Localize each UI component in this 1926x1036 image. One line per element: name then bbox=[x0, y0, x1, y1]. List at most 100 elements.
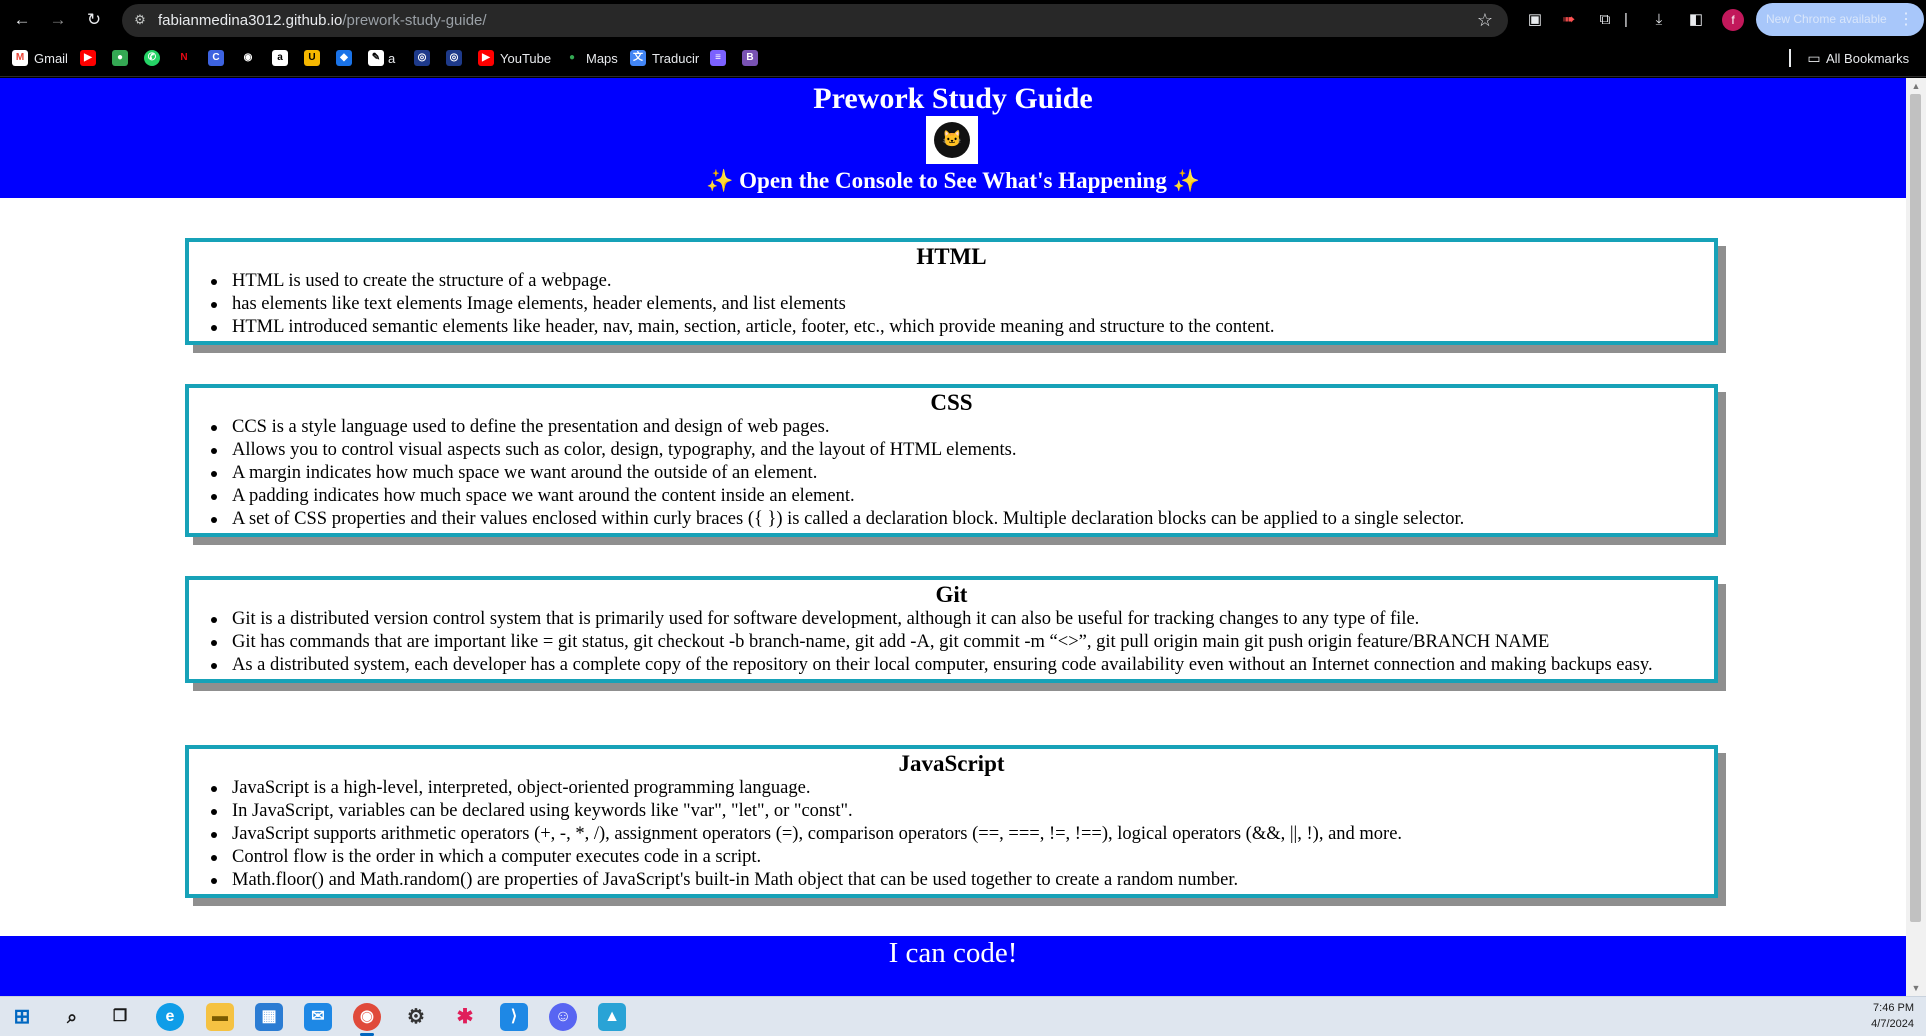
browser-toolbar: ← → ↻ ⚙ fabianmedina3012.github.io/prewo… bbox=[0, 0, 1926, 40]
list-item: Git has commands that are important like… bbox=[211, 631, 1654, 654]
extensions-puzzle-icon[interactable]: ⧉ bbox=[1594, 9, 1616, 31]
amazon-icon: a bbox=[272, 50, 288, 66]
bookmark-label: a bbox=[388, 50, 396, 66]
site-footer: I can code! bbox=[0, 936, 1906, 996]
section-list: CCS is a style language used to define t… bbox=[211, 416, 1654, 531]
subtitle-text: Open the Console to See What's Happening bbox=[739, 168, 1167, 193]
footer-text: I can code! bbox=[888, 937, 1018, 969]
list-item: HTML is used to create the structure of … bbox=[211, 270, 1654, 293]
chrome-update-button[interactable]: New Chrome available ⋮ bbox=[1756, 3, 1924, 36]
bookmark-stack[interactable]: ≡ bbox=[710, 48, 726, 68]
vscode-icon[interactable]: ⟩ bbox=[500, 1003, 528, 1031]
reload-icon[interactable]: ↻ bbox=[82, 8, 106, 32]
bookmark-stack-icon: ≡ bbox=[710, 50, 726, 66]
kebab-menu-icon[interactable]: ⋮ bbox=[1898, 3, 1914, 36]
page-subtitle: ✨ Open the Console to See What's Happeni… bbox=[0, 166, 1906, 196]
logo-frame: 🐱 bbox=[926, 116, 978, 164]
scroll-down-arrow-icon[interactable]: ▼ bbox=[1910, 982, 1922, 994]
all-bookmarks-button[interactable]: ▭ All Bookmarks bbox=[1806, 48, 1909, 68]
address-bar[interactable]: ⚙ fabianmedina3012.github.io/prework-stu… bbox=[122, 4, 1508, 37]
bookmark-u[interactable]: U bbox=[304, 48, 320, 68]
bookmarks-divider bbox=[1789, 49, 1791, 67]
list-item: A padding indicates how much space we wa… bbox=[211, 485, 1654, 508]
edge-icon[interactable]: e bbox=[156, 1003, 184, 1031]
extension-arrow-icon[interactable]: ➠ bbox=[1558, 9, 1580, 31]
profile-avatar[interactable]: f bbox=[1722, 9, 1744, 31]
mail-icon[interactable]: ✉ bbox=[304, 1003, 332, 1031]
bookmark-whatsapp[interactable]: ✆ bbox=[144, 48, 160, 68]
section-heading: Git bbox=[935, 582, 968, 607]
folder-icon: ▭ bbox=[1807, 50, 1821, 66]
bookmark-bootstrap[interactable]: B bbox=[742, 48, 758, 68]
bookmark-label: Maps bbox=[586, 50, 618, 66]
netflix-icon: N bbox=[176, 50, 192, 66]
clock-date: 4/7/2024 bbox=[1871, 1018, 1914, 1030]
bookmark-traducir[interactable]: 文 Traducir bbox=[630, 48, 699, 68]
section-heading: JavaScript bbox=[898, 751, 1005, 776]
bookmark-youtube-short[interactable]: ▶ bbox=[80, 48, 96, 68]
site-header: Prework Study Guide 🐱 ✨ Open the Console… bbox=[0, 78, 1906, 198]
list-item: A set of CSS properties and their values… bbox=[211, 508, 1654, 531]
bookmark-a-icon: ✎ bbox=[368, 50, 384, 66]
windows-taskbar: ⊞ ⌕ ❐ e ▬ ▦ ✉ ◉ ⚙ ✱ ⟩ ☺ ▲ 7:46 PM 4/7/20… bbox=[0, 996, 1926, 1036]
side-panel-icon[interactable]: ◧ bbox=[1685, 9, 1707, 31]
git-section: Git Git is a distributed version control… bbox=[185, 576, 1718, 683]
bookmark-a[interactable]: ✎ a bbox=[368, 48, 395, 68]
scroll-up-arrow-icon[interactable]: ▲ bbox=[1910, 80, 1922, 92]
settings-gear-icon[interactable]: ⚙ bbox=[402, 1003, 430, 1031]
file-explorer-icon[interactable]: ▬ bbox=[206, 1003, 234, 1031]
windows-start-icon[interactable]: ⊞ bbox=[8, 1003, 36, 1031]
maps-pin-icon: ● bbox=[112, 50, 128, 66]
page-scrollbar[interactable]: ▲ ▼ bbox=[1906, 78, 1926, 996]
bookmark-youtube[interactable]: ▶ YouTube bbox=[478, 48, 551, 68]
system-clock[interactable]: 7:46 PM 4/7/2024 bbox=[1871, 1000, 1914, 1032]
bookmark-netflix[interactable]: N bbox=[176, 48, 192, 68]
maps-pin-icon: ● bbox=[564, 50, 580, 66]
download-icon[interactable]: ⤓ bbox=[1648, 9, 1670, 31]
url-host: fabianmedina3012.github.io bbox=[158, 12, 343, 29]
url-path: /prework-study-guide/ bbox=[342, 12, 487, 29]
back-arrow-icon[interactable]: ← bbox=[10, 8, 34, 32]
all-bookmarks-label: All Bookmarks bbox=[1826, 50, 1910, 66]
bookmark-canva[interactable]: C bbox=[208, 48, 224, 68]
page-viewport: Prework Study Guide 🐱 ✨ Open the Console… bbox=[0, 78, 1906, 996]
bookmark-maps-short[interactable]: ● bbox=[112, 48, 128, 68]
bookmark-label: Gmail bbox=[34, 50, 68, 66]
html-section: HTML HTML is used to create the structur… bbox=[185, 238, 1718, 345]
slack-icon[interactable]: ✱ bbox=[451, 1003, 479, 1031]
photos-icon[interactable]: ▲ bbox=[598, 1003, 626, 1031]
bookmark-globe[interactable]: ◎ bbox=[414, 48, 430, 68]
youtube-icon: ▶ bbox=[478, 50, 494, 66]
bookmark-globe-icon: ◎ bbox=[414, 50, 430, 66]
task-view-icon[interactable]: ❐ bbox=[106, 1003, 134, 1031]
bookmark-label: YouTube bbox=[500, 50, 552, 66]
list-item: Math.floor() and Math.random() are prope… bbox=[211, 869, 1654, 892]
bookmark-maps[interactable]: ● Maps bbox=[564, 48, 618, 68]
forward-arrow-icon[interactable]: → bbox=[46, 8, 70, 32]
list-item: CCS is a style language used to define t… bbox=[211, 416, 1654, 439]
store-icon[interactable]: ▦ bbox=[255, 1003, 283, 1031]
screen-cast-icon[interactable]: ▣ bbox=[1524, 9, 1546, 31]
github-icon: ◉ bbox=[240, 50, 256, 66]
bookmark-star-icon[interactable]: ☆ bbox=[1474, 9, 1496, 31]
section-heading: CSS bbox=[930, 390, 973, 415]
bookmark-blue[interactable]: ◆ bbox=[336, 48, 352, 68]
url-text[interactable]: fabianmedina3012.github.io/prework-study… bbox=[158, 11, 487, 30]
search-icon[interactable]: ⌕ bbox=[58, 1003, 86, 1031]
chrome-icon[interactable]: ◉ bbox=[353, 1003, 381, 1031]
whatsapp-icon: ✆ bbox=[144, 50, 160, 66]
bookmarks-bar: M Gmail ▶ ● ✆ N C ◉ a U ◆ ✎ a ◎ ◎ ▶ YouT… bbox=[0, 40, 1926, 77]
site-info-icon[interactable]: ⚙ bbox=[130, 10, 150, 30]
bookmark-globe-2[interactable]: ◎ bbox=[446, 48, 462, 68]
list-item: Control flow is the order in which a com… bbox=[211, 846, 1654, 869]
bookmark-amazon[interactable]: a bbox=[272, 48, 288, 68]
list-item: In JavaScript, variables can be declared… bbox=[211, 800, 1654, 823]
scrollbar-thumb[interactable] bbox=[1910, 94, 1921, 922]
bookmark-github[interactable]: ◉ bbox=[240, 48, 256, 68]
list-item: Git is a distributed version control sys… bbox=[211, 608, 1654, 631]
list-item: A margin indicates how much space we wan… bbox=[211, 462, 1654, 485]
chrome-update-label: New Chrome available bbox=[1766, 12, 1887, 26]
bookmark-gmail[interactable]: M Gmail bbox=[12, 48, 68, 68]
discord-icon[interactable]: ☺ bbox=[549, 1003, 577, 1031]
page-title: Prework Study Guide bbox=[813, 82, 1093, 115]
